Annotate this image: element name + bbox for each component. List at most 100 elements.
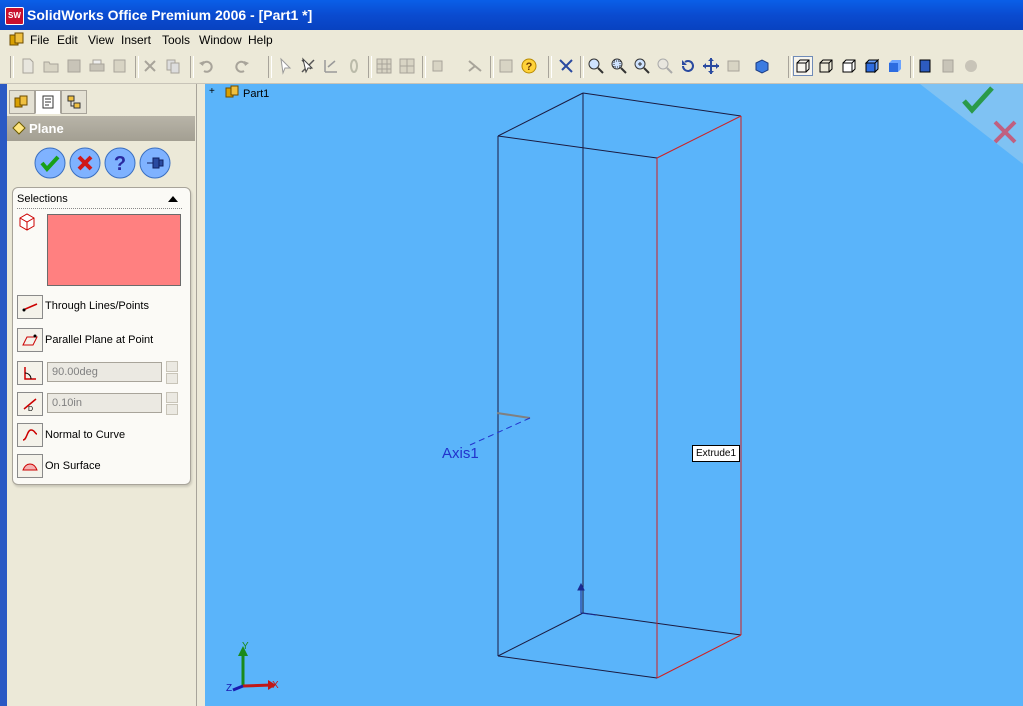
zoom-selection-icon[interactable] <box>655 56 675 76</box>
parallel-plane-at-point-button[interactable] <box>17 328 43 352</box>
feature-tooltip: Extrude1 <box>692 445 741 462</box>
menu-bar: File Edit View Insert Tools Window Help <box>0 30 1023 51</box>
angle-input[interactable] <box>47 362 162 382</box>
shadows-icon[interactable] <box>961 56 981 76</box>
toolbar-separator <box>422 56 426 78</box>
hidden-lines-removed-icon[interactable] <box>839 56 859 76</box>
help-button[interactable]: ? <box>103 146 137 180</box>
grid-icon[interactable] <box>374 56 394 76</box>
menu-insert[interactable]: Insert <box>121 33 151 47</box>
offset-distance-icon: D <box>23 398 37 412</box>
pushpin-button[interactable] <box>138 146 172 180</box>
section-view-icon[interactable] <box>915 56 935 76</box>
spline-icon[interactable] <box>344 56 364 76</box>
plane-propertymanager-header: Plane <box>7 116 195 141</box>
help-icon[interactable]: ? <box>519 56 539 76</box>
save-icon[interactable] <box>64 56 84 76</box>
featuremanager-tab[interactable] <box>9 90 35 114</box>
undo-icon[interactable] <box>196 56 216 76</box>
view-selector-icon[interactable] <box>556 56 576 76</box>
toolbar-separator <box>548 56 552 78</box>
through-lines-points-button[interactable] <box>17 295 43 319</box>
axis1-label[interactable]: Axis1 <box>442 445 479 462</box>
title-bar: SW SolidWorks Office Premium 2006 - [Par… <box>0 0 1023 30</box>
window-title: SolidWorks Office Premium 2006 - [Part1 … <box>27 7 313 23</box>
angle-spinner[interactable] <box>166 361 178 384</box>
view-icon[interactable] <box>430 56 450 76</box>
menu-help[interactable]: Help <box>248 33 273 47</box>
question-icon: ? <box>104 147 136 179</box>
ok-button[interactable] <box>33 146 67 180</box>
menu-tools[interactable]: Tools <box>162 33 190 47</box>
zoom-area-icon[interactable] <box>609 56 629 76</box>
solidworks-logo-icon[interactable] <box>9 32 25 48</box>
options-icon[interactable] <box>496 56 516 76</box>
parallel-plane-icon <box>22 334 38 346</box>
open-icon[interactable] <box>41 56 61 76</box>
view-orientation-icon[interactable] <box>724 56 744 76</box>
hidden-lines-visible-icon[interactable] <box>816 56 836 76</box>
realview-icon[interactable] <box>938 56 958 76</box>
main-toolbar: ? <box>0 50 1023 84</box>
grid2-icon[interactable] <box>397 56 417 76</box>
zoom-to-fit-icon[interactable] <box>586 56 606 76</box>
shaded-with-edges-icon[interactable] <box>862 56 882 76</box>
collapse-icon[interactable] <box>168 196 178 202</box>
triad-x-label: X <box>272 680 279 691</box>
shaded-icon[interactable] <box>885 56 905 76</box>
selections-title: Selections <box>17 193 68 205</box>
propertymanager-icon <box>42 95 54 109</box>
featuremanager-icon <box>14 95 28 108</box>
tree-root-part[interactable]: Part1 <box>243 88 269 100</box>
panel-title: Plane <box>29 121 64 136</box>
redo-icon[interactable] <box>232 56 252 76</box>
offset-distance-input[interactable] <box>47 393 162 413</box>
offset-spinner[interactable] <box>166 392 178 415</box>
confirm-ok-icon[interactable] <box>958 84 998 118</box>
triad-z-label: Z <box>226 683 233 694</box>
on-surface-icon <box>22 463 38 471</box>
menu-view[interactable]: View <box>88 33 114 47</box>
sketch-icon[interactable] <box>321 56 341 76</box>
groupbox-divider <box>17 208 182 209</box>
new-icon[interactable] <box>18 56 38 76</box>
reference-entity-icon <box>19 213 35 231</box>
graphics-area[interactable] <box>205 84 1023 706</box>
on-surface-button[interactable] <box>17 454 43 478</box>
menu-edit[interactable]: Edit <box>57 33 78 47</box>
standard-views-icon[interactable] <box>752 56 772 76</box>
zoom-in-out-icon[interactable] <box>632 56 652 76</box>
cancel-button[interactable] <box>68 146 102 180</box>
rotate-icon[interactable] <box>678 56 698 76</box>
normal-to-curve-button[interactable] <box>17 423 43 447</box>
print-icon[interactable] <box>87 56 107 76</box>
normal-to-curve-label: Normal to Curve <box>45 429 126 441</box>
wireframe-icon[interactable] <box>793 56 813 76</box>
close-icon <box>69 147 101 179</box>
menu-file[interactable]: File <box>30 33 49 47</box>
at-angle-button[interactable] <box>17 361 43 385</box>
rebuild-icon[interactable] <box>465 56 485 76</box>
select-icon[interactable] <box>275 56 295 76</box>
propertymanager-tab[interactable] <box>35 90 61 114</box>
toolbar-separator <box>580 56 584 78</box>
smart-dimension-icon[interactable] <box>298 56 318 76</box>
menu-window[interactable]: Window <box>199 33 242 47</box>
tree-expand-toggle[interactable]: + <box>209 86 215 97</box>
configurationmanager-tab[interactable] <box>61 90 87 114</box>
normal-to-curve-icon <box>22 429 38 441</box>
plane-icon <box>12 121 26 135</box>
selections-list[interactable] <box>47 214 181 286</box>
panel-splitter[interactable] <box>196 84 205 706</box>
checkmark-icon <box>34 147 66 179</box>
copy-icon[interactable] <box>163 56 183 76</box>
window-left-border <box>0 84 7 706</box>
pan-icon[interactable] <box>701 56 721 76</box>
offset-distance-button[interactable]: D <box>17 392 43 416</box>
svg-text:?: ? <box>114 153 126 175</box>
solidworks-app-icon[interactable]: SW <box>5 7 24 25</box>
triad-y-label: Y <box>242 641 249 652</box>
cut-icon[interactable] <box>140 56 160 76</box>
confirm-cancel-icon[interactable] <box>990 115 1020 149</box>
print-preview-icon[interactable] <box>110 56 130 76</box>
